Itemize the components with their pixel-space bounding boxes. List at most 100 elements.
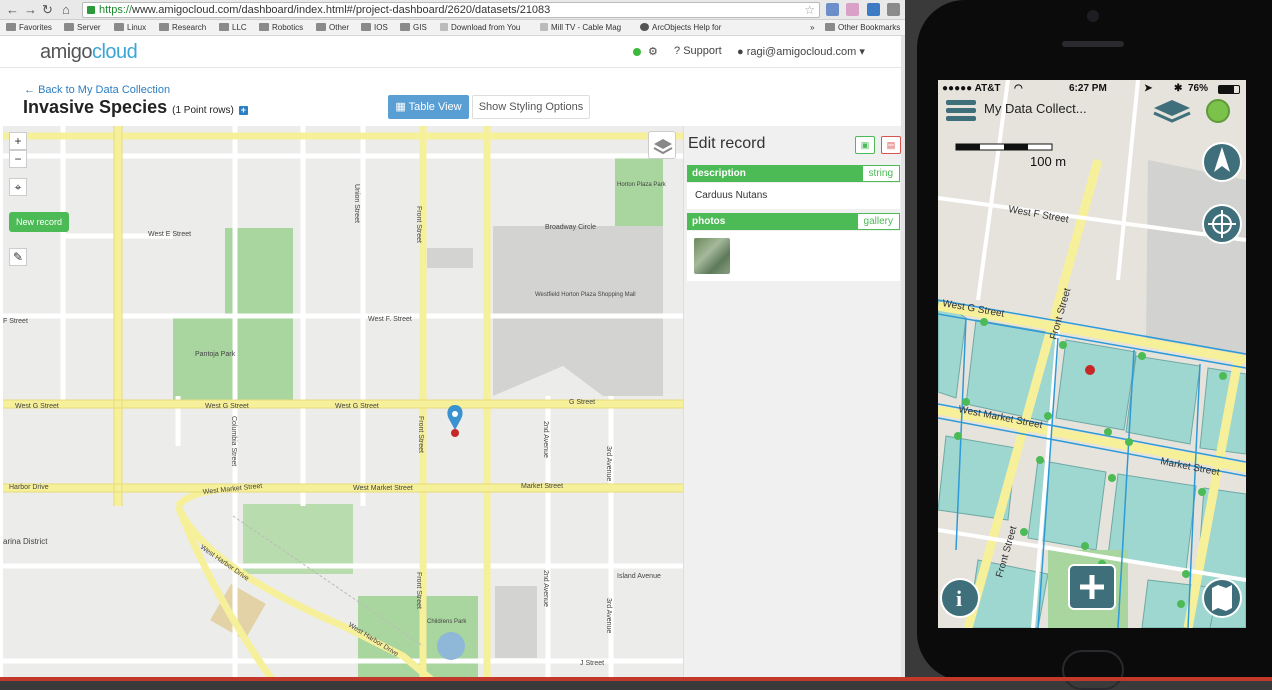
park-label: Childrens Park	[427, 619, 467, 625]
bookmark-arcobjects[interactable]: ArcObjects Help for	[640, 23, 721, 32]
app-header: amigocloud ⚙ ? Support ● ragi@amigocloud…	[0, 36, 905, 68]
street-label: Columbia Street	[230, 416, 237, 466]
folder-icon	[316, 23, 326, 31]
address-bar[interactable]: https://www.amigocloud.com/dashboard/ind…	[82, 2, 820, 18]
reload-icon[interactable]: ↻	[42, 2, 53, 18]
street-label: Front Street	[417, 416, 424, 453]
description-field[interactable]: Carduus Nutans	[687, 183, 900, 209]
park-area	[615, 156, 663, 232]
caret-down-icon: ▾	[859, 46, 865, 58]
bookmark-ios[interactable]: IOS	[361, 23, 388, 32]
zoom-out-button[interactable]: −	[9, 150, 27, 168]
extension-icon[interactable]	[826, 3, 839, 16]
lock-icon	[87, 6, 95, 14]
user-email: ragi@amigocloud.com	[746, 46, 857, 58]
carrier-label: ●●●●● AT&T	[942, 83, 1001, 94]
amigocloud-logo[interactable]: amigocloud	[40, 41, 138, 64]
building	[493, 226, 663, 396]
browser-toolbar: ← → ↻ ⌂ https://www.amigocloud.com/dashb…	[0, 0, 905, 34]
record-marker[interactable]	[447, 405, 463, 437]
add-record-icon[interactable]	[1068, 564, 1116, 610]
show-styling-button[interactable]: Show Styling Options	[472, 95, 590, 119]
phone-screen: West F Street West G Street Front Street…	[938, 80, 1246, 628]
user-menu[interactable]: ● ragi@amigocloud.com ▾	[737, 45, 865, 58]
new-record-button[interactable]: New record	[9, 212, 69, 232]
phone-map[interactable]: West F Street West G Street Front Street…	[938, 80, 1246, 628]
add-icon[interactable]: +	[238, 106, 248, 115]
street-label: Harbor Drive	[9, 484, 49, 491]
trash-icon[interactable]: ▤	[881, 136, 901, 154]
save-icon[interactable]: ▣	[855, 136, 875, 154]
speaker-grille	[1062, 41, 1124, 47]
map-view[interactable]: West E Street F Street West F. Street Un…	[3, 126, 683, 681]
sync-status-icon	[1206, 99, 1230, 123]
folder-icon	[114, 23, 124, 31]
wifi-icon: ◠	[1014, 83, 1023, 94]
bookmark-star-icon[interactable]: ☆	[804, 3, 815, 17]
status-dot-icon	[633, 47, 641, 59]
edit-icon[interactable]: ✎	[9, 248, 27, 266]
bookmark-favorites[interactable]: Favorites	[6, 23, 52, 32]
bookmark-server[interactable]: Server	[64, 23, 101, 32]
bookmark-other[interactable]: Other	[316, 23, 349, 32]
question-icon: ?	[674, 45, 681, 57]
bookmark-milltv[interactable]: Mill TV - Cable Mag	[540, 23, 621, 32]
dataset-title-area: ← Back to My Data Collection Invasive Sp…	[0, 68, 905, 126]
map-canvas[interactable]: West E Street F Street West F. Street Un…	[3, 126, 683, 681]
field-header-description: description string	[687, 165, 900, 182]
phone-app-bar: My Data Collect...	[938, 98, 1246, 142]
page-scrollbar[interactable]	[901, 36, 905, 681]
street-label: West G Street	[335, 403, 379, 410]
menu-icon[interactable]	[946, 100, 976, 122]
scale-bar	[955, 143, 1053, 151]
bookmark-download[interactable]: Download from You	[440, 23, 520, 32]
street-label: 2nd Avenue	[542, 421, 549, 458]
bookmark-llc[interactable]: LLC	[219, 23, 247, 32]
extension-icon[interactable]	[846, 3, 860, 16]
street-label: 3rd Avenue	[605, 446, 612, 481]
street-label: G Street	[569, 399, 595, 406]
info-icon[interactable]: i	[940, 578, 980, 618]
bookmark-linux[interactable]: Linux	[114, 23, 146, 32]
compass-icon[interactable]	[1202, 142, 1242, 182]
home-button[interactable]	[1062, 650, 1124, 690]
user-icon: ●	[737, 46, 744, 58]
map-icon[interactable]	[1202, 578, 1242, 618]
bookmarks-overflow[interactable]: »	[810, 23, 814, 32]
url-text: www.amigocloud.com/dashboard/index.html#…	[132, 4, 551, 16]
folder-icon	[64, 23, 74, 31]
bookmark-research[interactable]: Research	[159, 23, 206, 32]
street-label: Front Street	[415, 572, 422, 609]
bookmark-gis[interactable]: GIS	[400, 23, 427, 32]
record-point[interactable]	[1085, 365, 1095, 375]
zoom-in-button[interactable]: +	[9, 132, 27, 150]
clock: 6:27 PM	[1069, 83, 1107, 94]
bookmark-other-bookmarks[interactable]: Other Bookmarks	[825, 23, 900, 32]
home-icon[interactable]: ⌂	[62, 2, 70, 18]
street-label: Market Street	[521, 483, 563, 490]
layers-icon[interactable]	[648, 131, 676, 159]
support-link[interactable]: ? Support	[674, 45, 722, 57]
bookmark-robotics[interactable]: Robotics	[259, 23, 303, 32]
back-link[interactable]: ← Back to My Data Collection	[24, 84, 170, 96]
scale-label: 100 m	[1030, 154, 1066, 169]
svg-text:i: i	[956, 586, 962, 611]
settings-gear-icon[interactable]: ⚙	[648, 45, 658, 58]
back-label: Back to My Data Collection	[38, 84, 171, 96]
table-view-button[interactable]: ▦ Table View	[388, 95, 469, 119]
back-arrow-icon[interactable]: ←	[6, 2, 19, 18]
extension-icon[interactable]	[866, 3, 880, 16]
street-label: West F. Street	[368, 316, 412, 323]
street-label: West E Street	[148, 231, 191, 238]
locate-icon[interactable]	[1202, 204, 1242, 244]
forward-arrow-icon[interactable]: →	[24, 2, 37, 18]
mall-label: Westfield Horton Plaza Shopping Mall	[535, 292, 636, 298]
video-progress-bar[interactable]	[0, 677, 1272, 681]
street-label: Island Avenue	[617, 573, 661, 580]
locate-icon[interactable]: ⌖	[9, 178, 27, 196]
street-label: 2nd Avenue	[542, 570, 549, 607]
table-icon: ▦	[395, 101, 406, 113]
layers-icon[interactable]	[1152, 98, 1192, 124]
photo-thumbnail[interactable]	[694, 238, 730, 274]
extension-icon[interactable]	[887, 3, 901, 16]
